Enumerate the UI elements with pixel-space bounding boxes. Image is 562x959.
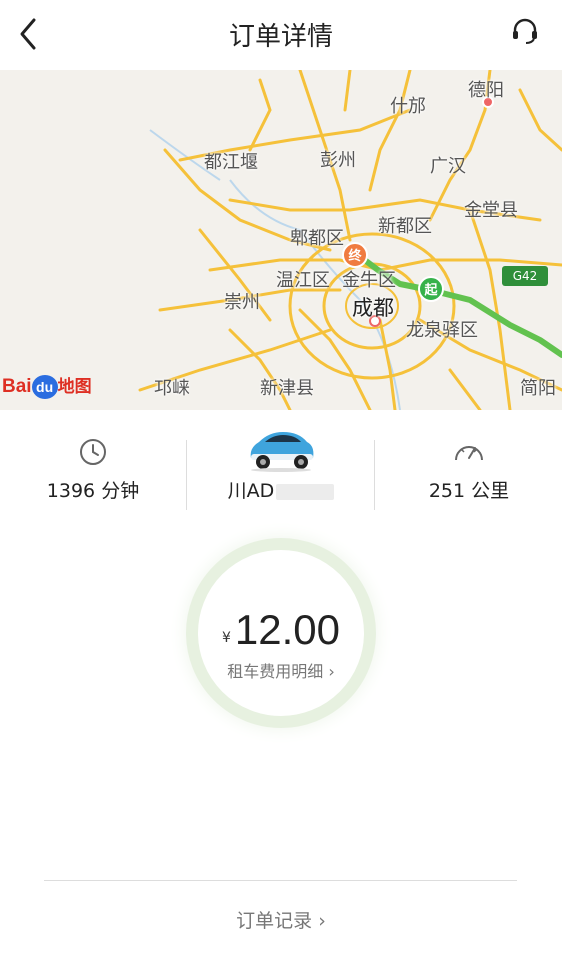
- stat-divider: [374, 440, 375, 510]
- plate-redaction: [276, 483, 335, 500]
- footer-divider: [44, 880, 517, 881]
- trip-stats: 1396 分钟 川AD 251 公里: [0, 420, 562, 520]
- distance-value: 251 公里: [428, 480, 510, 502]
- map-label-pengzhou: 彭州: [320, 150, 356, 171]
- currency-symbol: ¥: [221, 630, 231, 646]
- customer-service-button[interactable]: [510, 16, 540, 46]
- map-label-qionglai: 邛崃: [154, 378, 190, 399]
- duration-stat: 1396 分钟: [0, 430, 186, 520]
- end-marker[interactable]: 终: [342, 242, 368, 268]
- map-label-dujiangyan: 都江堰: [204, 152, 258, 173]
- order-record-link[interactable]: 订单记录 ›: [0, 906, 562, 933]
- fare-amount: 12.00: [234, 606, 341, 653]
- fare-amount-row: ¥12.00: [198, 606, 364, 654]
- plate-value: 川AD: [188, 476, 374, 503]
- map-label-wenjiang: 温江区: [276, 270, 330, 291]
- map-label-jinniu: 金牛区: [342, 270, 396, 291]
- route-map[interactable]: 什邡 德阳 都江堰 彭州 广汉 新都区 金堂县 郫都区 温江区 金牛区 崇州 成…: [0, 70, 562, 410]
- map-label-guanghan: 广汉: [430, 156, 466, 177]
- nav-bar: 订单详情: [0, 0, 562, 70]
- baidu-map-logo: Bai du 地图: [2, 375, 92, 399]
- clock-icon: [80, 439, 106, 465]
- start-marker[interactable]: 起: [418, 276, 444, 302]
- map-label-chengdu: 成都: [352, 296, 394, 320]
- map-label-shifang: 什邡: [390, 96, 426, 117]
- vehicle-stat: 川AD: [188, 430, 374, 520]
- baidu-paw-icon: du: [31, 375, 58, 399]
- duration-value: 1396 分钟: [46, 480, 140, 502]
- map-label-pidu: 郫都区: [290, 228, 344, 249]
- map-label-jianyang: 简阳: [520, 378, 556, 399]
- page-title: 订单详情: [228, 22, 333, 52]
- map-label-longquanyi: 龙泉驿区: [406, 320, 478, 341]
- headset-icon: [513, 18, 537, 44]
- car-image: [250, 432, 314, 472]
- map-label-deyang: 德阳: [468, 80, 504, 101]
- fare-circle: ¥12.00 租车费用明细 ›: [186, 538, 376, 728]
- fee-detail-link[interactable]: 租车费用明细 ›: [198, 658, 364, 682]
- highway-badge: G42: [502, 266, 548, 286]
- map-label-chongzhou: 崇州: [224, 292, 260, 313]
- map-label-xinjin: 新津县: [260, 378, 314, 399]
- map-label-xindu: 新都区: [378, 216, 432, 237]
- distance-stat: 251 公里: [376, 430, 562, 520]
- map-roads: [138, 70, 562, 410]
- map-label-jintang: 金堂县: [464, 200, 518, 221]
- stat-divider: [186, 440, 187, 510]
- plate-text: 川AD: [227, 480, 275, 502]
- speedometer-icon: [455, 446, 483, 461]
